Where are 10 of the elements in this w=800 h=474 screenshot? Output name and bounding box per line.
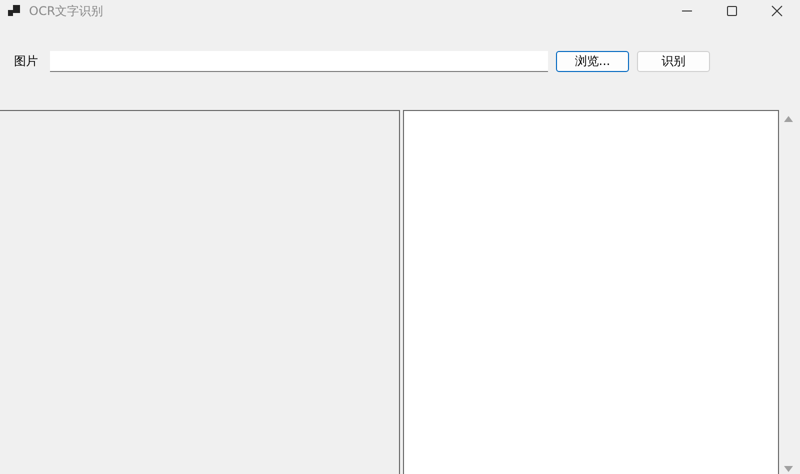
maximize-icon[interactable] xyxy=(726,5,738,17)
browse-button[interactable]: 浏览... xyxy=(556,50,629,72)
input-field[interactable] xyxy=(50,50,548,72)
window-title: OCR文字识别 xyxy=(29,2,104,20)
app-icon xyxy=(8,5,20,17)
recognize-button[interactable]: 识别 xyxy=(637,50,710,72)
scroll-up-icon[interactable] xyxy=(784,116,793,122)
scroll-down-icon[interactable] xyxy=(784,466,793,472)
field-label: 图片 xyxy=(14,52,39,70)
close-icon[interactable] xyxy=(771,5,783,17)
